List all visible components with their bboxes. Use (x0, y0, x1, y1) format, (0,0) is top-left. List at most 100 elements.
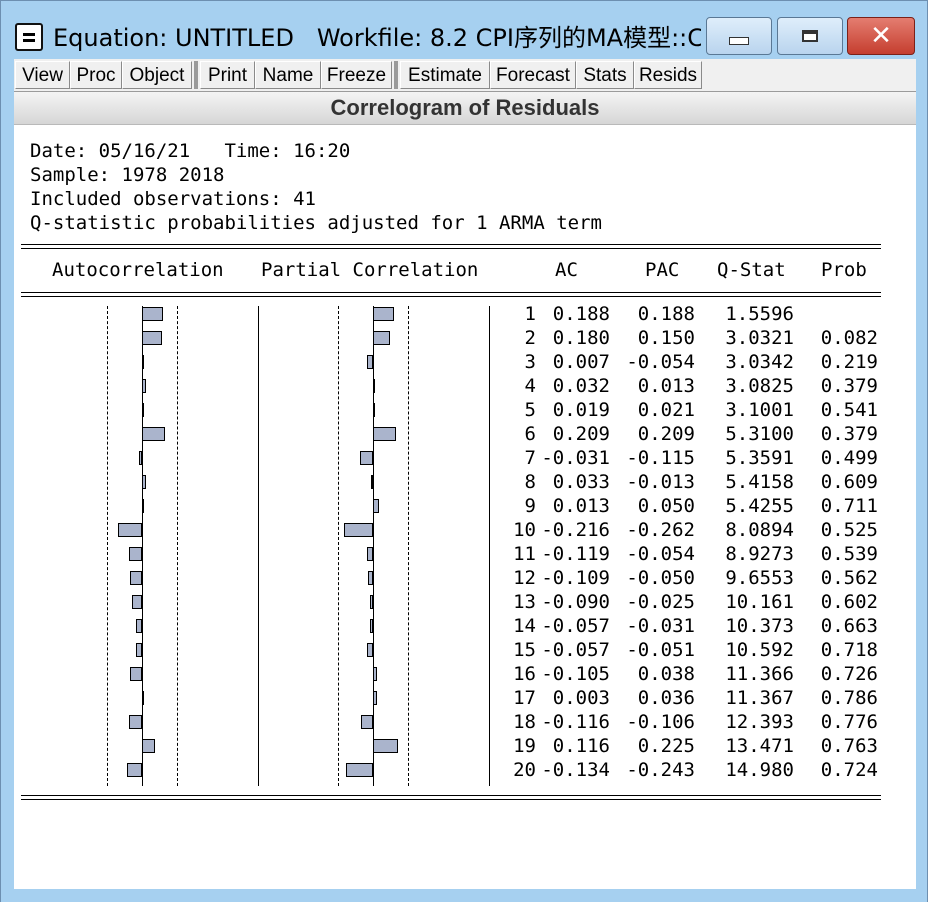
close-button[interactable]: ✕ (847, 17, 915, 55)
equation-window: Equation: UNTITLED Workfile: 8.2 CPI序列的M… (0, 0, 928, 902)
table-row: 13 -0.090 -0.025 10.161 0.602 (14, 590, 916, 614)
prob-cell: 0.724 (820, 759, 878, 781)
ac-cell: 0.116 (552, 735, 610, 757)
resids-button[interactable]: Resids (634, 61, 702, 89)
name-button[interactable]: Name (255, 61, 321, 89)
pac-confidence-band-lower (338, 306, 340, 786)
pac-cell: -0.013 (626, 471, 695, 493)
table-row: 18 -0.116 -0.106 12.393 0.776 (14, 710, 916, 734)
ac-cell: -0.134 (541, 759, 610, 781)
toolbar-separator (194, 61, 198, 89)
pac-bar (367, 355, 373, 369)
ac-confidence-band-lower (107, 306, 109, 786)
ac-bar (142, 739, 155, 753)
pac-cell: 0.038 (637, 663, 695, 685)
lag-cell: 14 (513, 615, 536, 637)
ac-bar (142, 307, 163, 321)
prob-cell: 0.541 (820, 399, 878, 421)
note-line: Q-statistic probabilities adjusted for 1… (30, 212, 602, 234)
prob-cell: 0.609 (820, 471, 878, 493)
system-menu-icon[interactable] (15, 23, 43, 51)
pac-zero-line (373, 306, 374, 786)
qstat-cell: 8.0894 (725, 519, 794, 541)
pac-bar (373, 427, 396, 441)
qstat-header: Q-Stat (717, 259, 786, 281)
prob-cell: 0.786 (820, 687, 878, 709)
qstat-cell: 9.6553 (725, 567, 794, 589)
pac-bar (367, 571, 373, 585)
ac-cell: 0.007 (552, 351, 610, 373)
pac-bar (373, 739, 398, 753)
qstat-cell: 10.161 (725, 591, 794, 613)
proc-button[interactable]: Proc (70, 61, 122, 89)
ac-confidence-band-upper (177, 306, 179, 786)
qstat-cell: 5.3591 (725, 447, 794, 469)
qstat-cell: 5.3100 (725, 423, 794, 445)
qstat-cell: 5.4255 (725, 495, 794, 517)
observations-line: Included observations: 41 (30, 188, 316, 210)
stats-button[interactable]: Stats (576, 61, 634, 89)
qstat-cell: 1.5596 (725, 303, 794, 325)
prob-cell: 0.525 (820, 519, 878, 541)
ac-bar (138, 451, 142, 465)
lag-cell: 11 (513, 543, 536, 565)
ac-header: AC (555, 259, 578, 281)
minimize-button[interactable] (706, 17, 772, 55)
ac-cell: 0.019 (552, 399, 610, 421)
ac-bar (135, 619, 142, 633)
prob-header: Prob (821, 259, 867, 281)
autocorrelation-header: Autocorrelation (52, 259, 224, 281)
freeze-button[interactable]: Freeze (321, 61, 392, 89)
view-button[interactable]: View (15, 61, 70, 89)
ac-cell: 0.013 (552, 495, 610, 517)
qstat-cell: 3.0342 (725, 351, 794, 373)
ac-cell: -0.119 (541, 543, 610, 565)
toolbar: View Proc Object Print Name Freeze Estim… (14, 59, 916, 92)
table-row: 20 -0.134 -0.243 14.980 0.724 (14, 758, 916, 782)
ac-bar (142, 475, 146, 489)
ac-cell: -0.216 (541, 519, 610, 541)
title-bar[interactable]: Equation: UNTITLED Workfile: 8.2 CPI序列的M… (1, 1, 927, 59)
pac-cell: 0.036 (637, 687, 695, 709)
estimate-button[interactable]: Estimate (400, 61, 490, 89)
lag-cell: 1 (524, 303, 536, 325)
qstat-cell: 3.0321 (725, 327, 794, 349)
ac-bar (128, 547, 142, 561)
prob-cell: 0.776 (820, 711, 878, 733)
ac-bar (135, 643, 142, 657)
view-header: Correlogram of Residuals (14, 92, 916, 125)
print-button[interactable]: Print (200, 61, 255, 89)
qstat-cell: 11.367 (725, 687, 794, 709)
forecast-button[interactable]: Forecast (490, 61, 576, 89)
ac-bar (142, 355, 144, 369)
prob-cell: 0.663 (820, 615, 878, 637)
minimize-icon (729, 37, 749, 45)
ac-cell: 0.033 (552, 471, 610, 493)
lag-cell: 9 (524, 495, 536, 517)
pac-bar (373, 403, 376, 417)
prob-cell: 0.602 (820, 591, 878, 613)
plot-divider-line (258, 306, 259, 786)
pac-cell: 0.013 (637, 375, 695, 397)
pac-cell: -0.051 (626, 639, 695, 661)
object-button[interactable]: Object (122, 61, 192, 89)
lag-cell: 5 (524, 399, 536, 421)
ac-bar (130, 667, 142, 681)
table-row: 4 0.032 0.013 3.0825 0.379 (14, 374, 916, 398)
ac-bar (142, 691, 144, 705)
lag-cell: 17 (513, 687, 536, 709)
table-row: 5 0.019 0.021 3.1001 0.541 (14, 398, 916, 422)
lag-cell: 4 (524, 375, 536, 397)
lag-cell: 12 (513, 567, 536, 589)
lag-cell: 20 (513, 759, 536, 781)
pac-bar (367, 547, 373, 561)
ac-cell: 0.188 (552, 303, 610, 325)
ac-bar (118, 523, 142, 537)
pac-cell: -0.031 (626, 615, 695, 637)
prob-cell: 0.219 (820, 351, 878, 373)
prob-cell: 0.718 (820, 639, 878, 661)
table-row: 16 -0.105 0.038 11.366 0.726 (14, 662, 916, 686)
maximize-button[interactable] (777, 17, 843, 55)
ac-cell: -0.116 (541, 711, 610, 733)
qstat-cell: 10.373 (725, 615, 794, 637)
